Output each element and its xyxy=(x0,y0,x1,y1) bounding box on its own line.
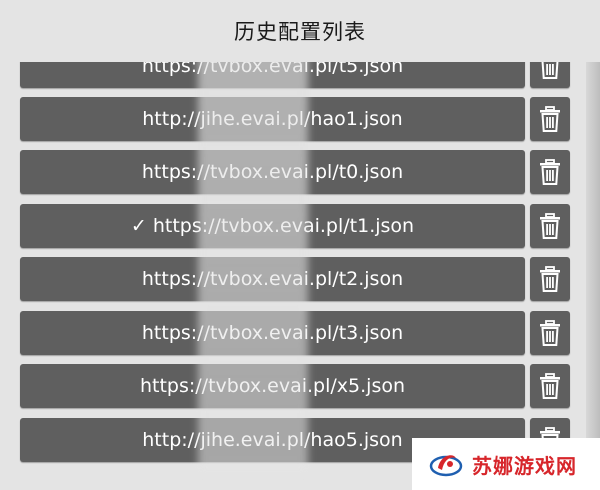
dialog-title: 历史配置列表 xyxy=(0,0,600,62)
delete-button[interactable] xyxy=(530,311,570,355)
trash-icon xyxy=(540,320,560,346)
delete-button[interactable] xyxy=(530,150,570,194)
delete-button[interactable] xyxy=(530,204,570,248)
delete-button[interactable] xyxy=(530,364,570,408)
dialog-edge xyxy=(586,0,600,490)
delete-button[interactable] xyxy=(530,257,570,301)
watermark: 苏娜游戏网 xyxy=(412,438,600,490)
privacy-blur xyxy=(198,52,308,472)
trash-icon xyxy=(540,373,560,399)
history-config-dialog: https://tvbox.evai.pl/t5.json http://jih… xyxy=(0,0,600,490)
trash-icon xyxy=(540,266,560,292)
delete-button[interactable] xyxy=(530,97,570,141)
trash-icon xyxy=(540,106,560,132)
watermark-text: 苏娜游戏网 xyxy=(472,453,577,478)
trash-icon xyxy=(540,159,560,185)
watermark-logo-icon xyxy=(429,455,463,477)
trash-icon xyxy=(540,213,560,239)
